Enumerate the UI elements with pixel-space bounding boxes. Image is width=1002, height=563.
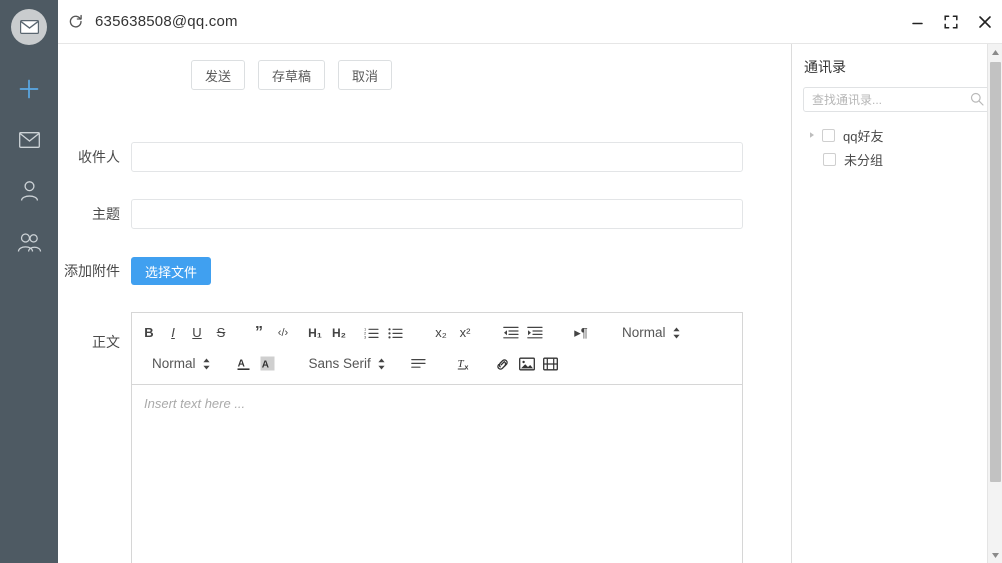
choose-file-button[interactable]: 选择文件 (131, 257, 212, 285)
recipient-label: 收件人 (78, 149, 120, 165)
editor-content-area[interactable]: Insert text here ... (132, 385, 742, 563)
chevron-updown-icon-2 (202, 357, 211, 371)
svg-text:T: T (457, 358, 464, 370)
maximize-icon (944, 15, 958, 29)
strikethrough-icon[interactable]: S (210, 321, 232, 345)
header-select[interactable]: Normal (616, 325, 681, 340)
compose-pane: 发送 存草稿 取消 收件人 主题 添加附件 选择文件 正文 B I U S ” … (58, 44, 791, 563)
code-block-icon[interactable]: ‹/› (272, 321, 294, 345)
close-button[interactable] (968, 0, 1002, 44)
person-icon (20, 181, 38, 201)
scroll-down-icon[interactable] (988, 547, 1002, 563)
subject-label: 主题 (92, 206, 120, 222)
blockquote-icon[interactable]: ” (248, 321, 270, 345)
font-select-value: Sans Serif (308, 356, 371, 371)
subject-input[interactable] (131, 199, 743, 229)
heading-2-icon[interactable]: H₂ (328, 321, 350, 345)
outdent-icon[interactable] (500, 321, 522, 345)
indent-icon[interactable] (524, 321, 546, 345)
contacts-tree: qq好友 未分组 (792, 123, 1002, 171)
tree-label-ungrouped: 未分组 (844, 152, 884, 168)
align-icon[interactable] (408, 352, 430, 376)
ordered-list-icon[interactable]: 1 2 3 (360, 321, 382, 345)
cancel-button[interactable]: 取消 (338, 60, 393, 90)
sidebar-item-account[interactable] (0, 166, 58, 216)
content: 发送 存草稿 取消 收件人 主题 添加附件 选择文件 正文 B I U S ” … (58, 44, 1002, 563)
editor-toolbar: B I U S ” ‹/› H₁ H₂ 1 2 3 x₂ x² ▸¶ Norma… (132, 313, 742, 385)
font-select[interactable]: Sans Serif (303, 356, 386, 371)
bold-icon[interactable]: B (138, 321, 160, 345)
sidebar-item-contacts[interactable] (0, 217, 58, 267)
body-label: 正文 (92, 334, 120, 350)
size-select-value: Normal (152, 356, 196, 371)
superscript-icon[interactable]: x² (454, 321, 476, 345)
titlebar: 635638508@qq.com (58, 0, 1002, 44)
main-area: 635638508@qq.com 发送 存草稿 取消 收件人 主题 添加附件 选… (58, 0, 1002, 563)
svg-text:A: A (238, 359, 245, 370)
svg-text:3: 3 (364, 334, 367, 339)
window-controls (900, 0, 1002, 44)
envelope-icon (18, 132, 40, 148)
background-color-icon[interactable]: A (257, 352, 279, 376)
envelope-avatar-icon (19, 20, 39, 34)
recipient-row: 收件人 (58, 142, 743, 172)
left-rail (0, 0, 58, 563)
save-draft-button[interactable]: 存草稿 (258, 60, 326, 90)
scroll-up-icon[interactable] (988, 44, 1002, 60)
text-direction-icon[interactable]: ▸¶ (570, 321, 592, 345)
chevron-right-icon[interactable] (808, 131, 822, 139)
mail-compose-window: 635638508@qq.com 发送 存草稿 取消 收件人 主题 添加附件 选… (0, 0, 1002, 563)
tree-node-ungrouped[interactable]: 未分组 (792, 147, 1002, 171)
maximize-button[interactable] (934, 0, 968, 44)
avatar[interactable] (11, 9, 47, 45)
tree-node-qq-friends[interactable]: qq好友 (792, 123, 1002, 147)
header-select-value: Normal (622, 325, 666, 340)
italic-icon[interactable]: I (162, 321, 184, 345)
search-icon[interactable] (970, 92, 984, 111)
contacts-scrollbar[interactable] (987, 44, 1002, 563)
tree-checkbox-qq-friends[interactable] (822, 128, 835, 142)
tree-checkbox-ungrouped[interactable] (823, 152, 836, 166)
attachment-row: 添加附件 选择文件 (58, 257, 212, 285)
chevron-updown-icon (672, 326, 681, 340)
minimize-button[interactable] (900, 0, 934, 44)
tree-label-qq-friends: qq好友 (843, 128, 884, 144)
subject-row: 主题 (58, 199, 743, 229)
contacts-panel: 通讯录 q (791, 44, 1002, 563)
account-email: 635638508@qq.com (95, 13, 238, 30)
image-icon[interactable] (516, 352, 538, 376)
subscript-icon[interactable]: x₂ (430, 321, 452, 345)
heading-1-icon[interactable]: H₁ (304, 321, 326, 345)
rich-text-editor: B I U S ” ‹/› H₁ H₂ 1 2 3 x₂ x² ▸¶ Norma… (131, 312, 743, 563)
sidebar-item-compose-new[interactable] (0, 64, 58, 114)
contacts-title: 通讯录 (804, 59, 846, 75)
editor-toolbar-row-2: Normal A A Sans Serif T x (138, 348, 736, 379)
send-button[interactable]: 发送 (191, 60, 246, 90)
close-icon (979, 16, 991, 28)
link-icon[interactable] (492, 352, 514, 376)
size-select[interactable]: Normal (146, 356, 211, 371)
refresh-icon[interactable] (68, 14, 83, 29)
contacts-search-input[interactable] (803, 87, 991, 112)
text-color-icon[interactable]: A (233, 352, 255, 376)
underline-icon[interactable]: U (186, 321, 208, 345)
recipient-input[interactable] (131, 142, 743, 172)
body-row: 正文 B I U S ” ‹/› H₁ H₂ 1 2 3 x₂ x² ▸¶ No… (58, 312, 743, 563)
bullet-list-icon[interactable] (384, 321, 406, 345)
scrollbar-thumb[interactable] (990, 62, 1001, 482)
attachment-label: 添加附件 (64, 263, 120, 279)
clear-format-icon[interactable]: T x (454, 352, 476, 376)
sidebar-item-mailbox[interactable] (0, 115, 58, 165)
contacts-search-wrap (803, 87, 991, 112)
svg-text:x: x (464, 365, 468, 372)
plus-icon (19, 79, 39, 99)
svg-text:A: A (262, 360, 269, 371)
people-icon (17, 232, 41, 252)
chevron-updown-icon-3 (377, 357, 386, 371)
editor-toolbar-row-1: B I U S ” ‹/› H₁ H₂ 1 2 3 x₂ x² ▸¶ Norma… (138, 317, 736, 348)
action-buttons: 发送 存草稿 取消 (191, 60, 393, 90)
video-icon[interactable] (540, 352, 562, 376)
